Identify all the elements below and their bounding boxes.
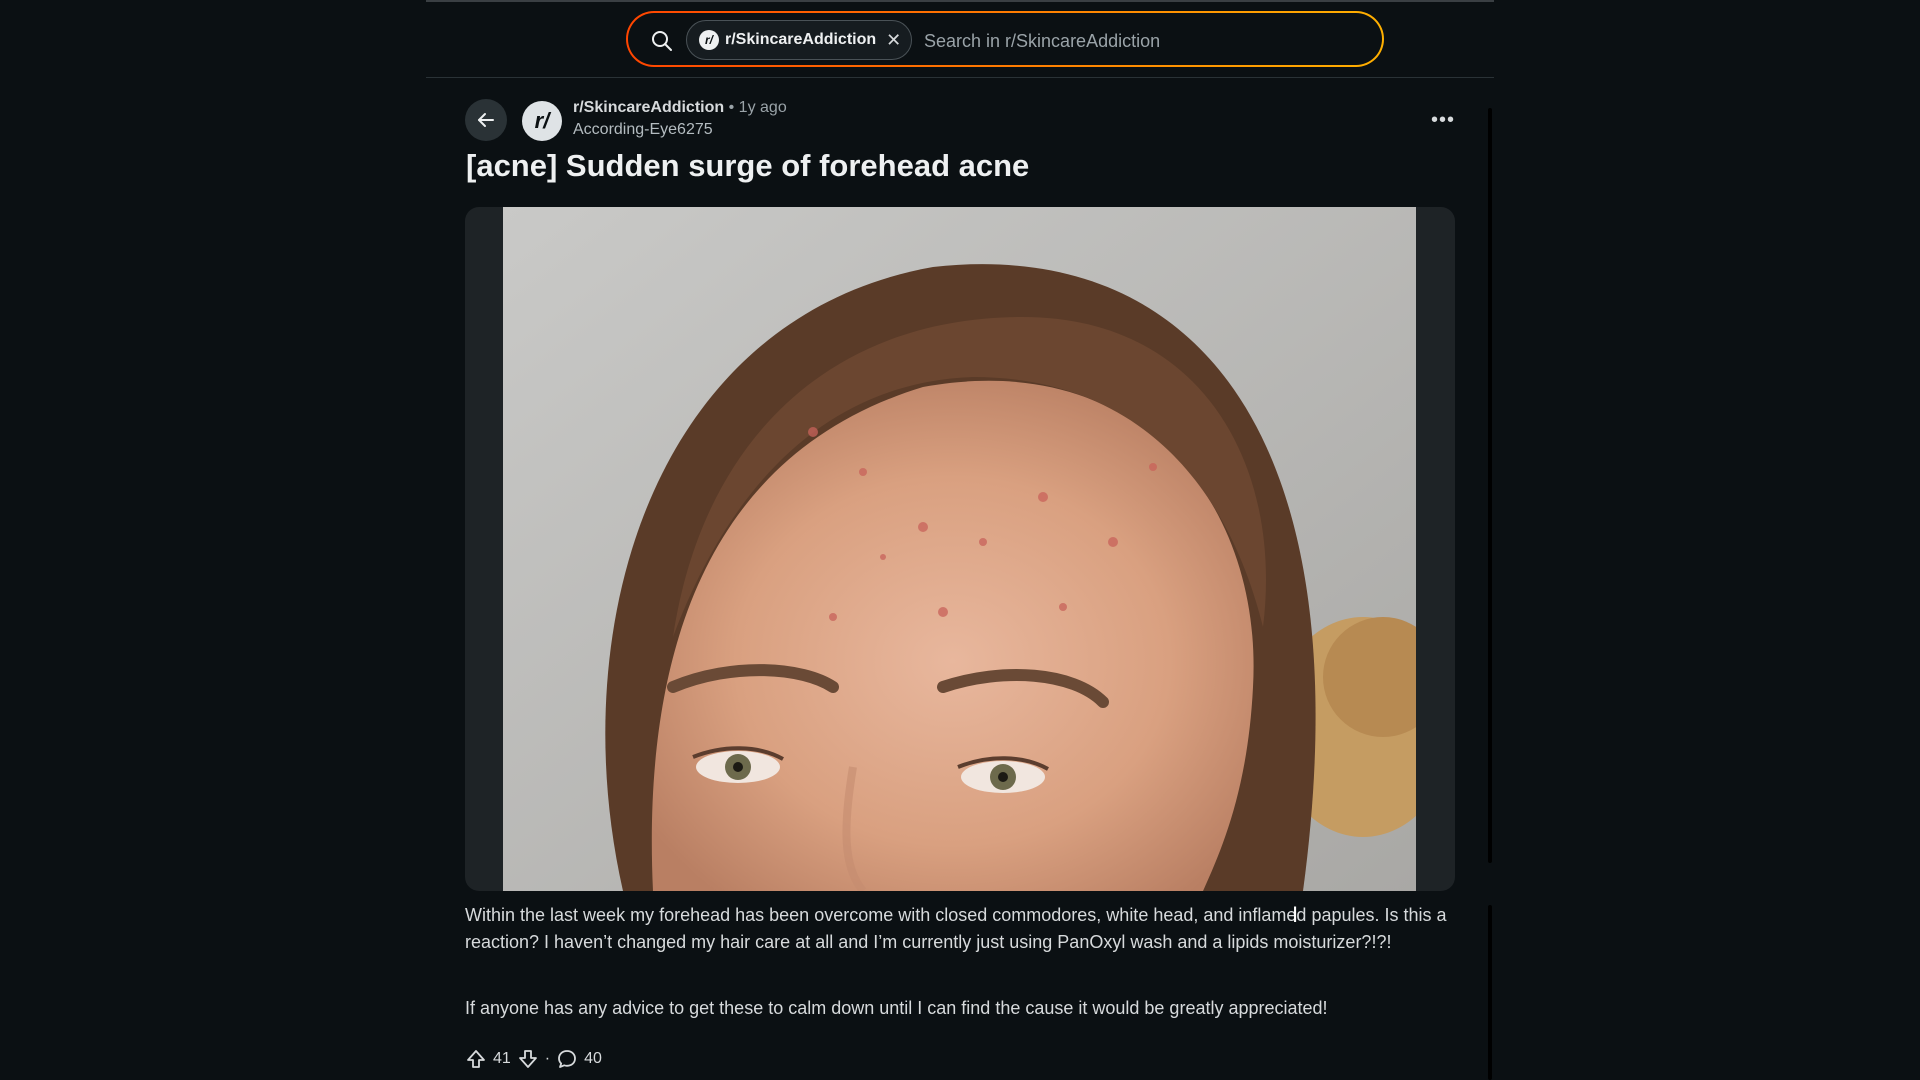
- subreddit-avatar[interactable]: r/: [522, 101, 562, 141]
- close-icon[interactable]: ✕: [886, 31, 901, 49]
- back-button[interactable]: [465, 99, 507, 141]
- downvote-arrow-icon[interactable]: [517, 1048, 539, 1070]
- author-link[interactable]: According-Eye6275: [573, 121, 713, 139]
- comment-bubble-icon[interactable]: [556, 1048, 578, 1070]
- reddit-post-page: r/ r/SkincareAddiction ✕ r/ r/SkincareAd…: [0, 0, 1920, 1080]
- header-divider: [426, 77, 1494, 78]
- meta-separator: •: [728, 99, 735, 116]
- post-media[interactable]: [465, 207, 1455, 891]
- text-cursor-icon: I: [1292, 902, 1299, 927]
- more-options-button[interactable]: •••: [1426, 106, 1460, 134]
- post-meta: r/SkincareAddiction • 1y ago: [573, 99, 787, 117]
- post-photo: [503, 207, 1416, 891]
- action-separator: ·: [544, 1050, 551, 1067]
- scrollbar[interactable]: [1488, 108, 1492, 863]
- subreddit-link[interactable]: r/SkincareAddiction: [573, 99, 724, 116]
- subreddit-icon: r/: [699, 30, 719, 50]
- arrow-left-icon: [478, 113, 494, 127]
- post-action-bar: 41 · 40: [465, 1046, 602, 1072]
- post-body-paragraph: Within the last week my forehead has bee…: [465, 905, 1447, 952]
- search-input[interactable]: [922, 23, 1366, 59]
- vote-count: 41: [493, 1050, 511, 1067]
- post-title: [acne] Sudden surge of forehead acne: [466, 148, 1030, 183]
- search-bar[interactable]: r/ r/SkincareAddiction ✕: [626, 11, 1384, 67]
- post-body-paragraph: If anyone has any advice to get these to…: [465, 998, 1328, 1018]
- subreddit-scope-chip[interactable]: r/ r/SkincareAddiction ✕: [686, 20, 913, 60]
- comment-count[interactable]: 40: [584, 1050, 602, 1068]
- top-border: [426, 0, 1494, 2]
- post-age: 1y ago: [738, 99, 787, 116]
- upvote-arrow-icon[interactable]: [465, 1048, 487, 1070]
- scrollbar-lower[interactable]: [1488, 905, 1492, 1080]
- scope-chip-label: r/SkincareAddiction: [725, 31, 877, 48]
- search-icon[interactable]: [650, 29, 674, 53]
